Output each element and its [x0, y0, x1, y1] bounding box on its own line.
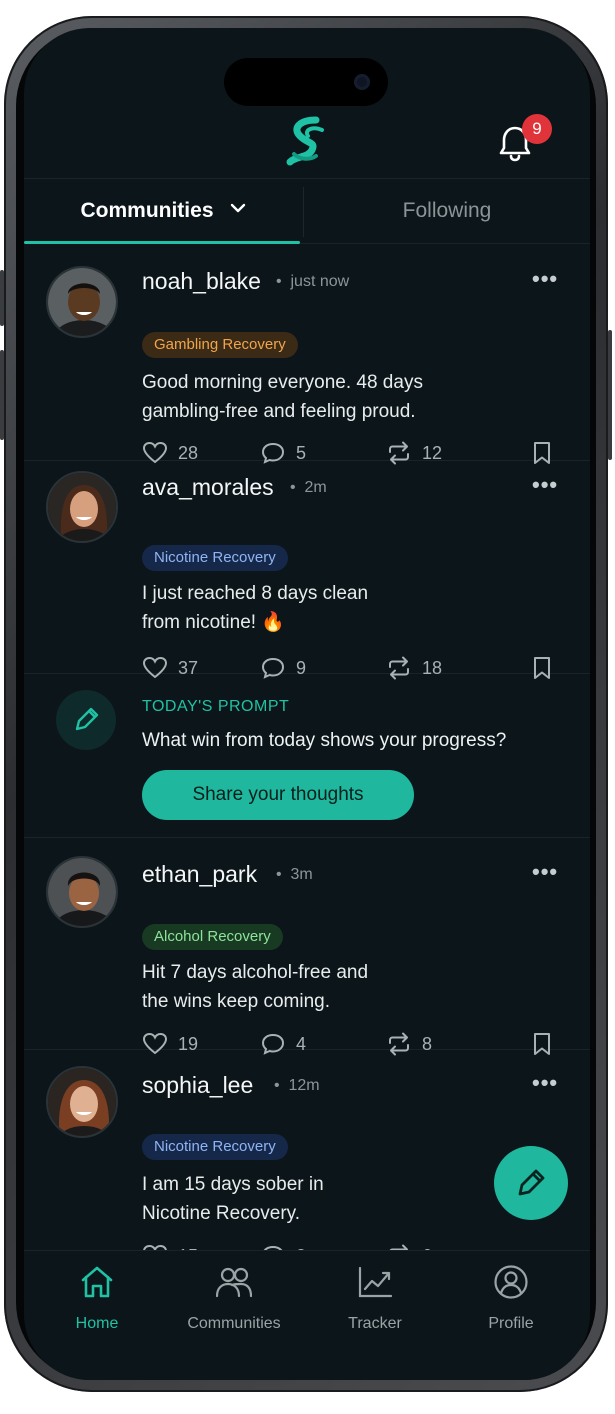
notification-badge: 9: [522, 114, 552, 144]
side-button: [0, 270, 4, 326]
more-icon[interactable]: •••: [532, 472, 558, 498]
post-card[interactable]: ethan_park • 3m ••• Alcohol Recovery Hit…: [24, 838, 590, 1056]
community-tag[interactable]: Nicotine Recovery: [142, 545, 288, 571]
post-time-value: 2m: [304, 479, 327, 496]
bottom-nav: Home Communities Tracker Profile: [24, 1250, 590, 1380]
post-time: • 2m: [290, 479, 327, 496]
avatar[interactable]: [46, 1066, 118, 1138]
post-time-value: 12m: [288, 1077, 320, 1094]
pencil-icon: [518, 1169, 545, 1196]
prompt-question: What win from today shows your progress?: [142, 730, 507, 751]
post-text-line: the wins keep coming.: [142, 991, 330, 1012]
post-card[interactable]: ava_morales • 2m ••• Nicotine Recovery I…: [24, 461, 590, 680]
post-time-value: 3m: [290, 866, 313, 883]
post-time: • just now: [276, 273, 350, 290]
post-username[interactable]: sophia_lee: [142, 1072, 253, 1099]
feed-tabs: Communities Following: [24, 178, 590, 244]
nav-home[interactable]: Home: [32, 1265, 162, 1335]
share-thoughts-button[interactable]: Share your thoughts: [142, 770, 414, 820]
prompt-label: TODAY'S PROMPT: [142, 698, 290, 715]
community-tag[interactable]: Alcohol Recovery: [142, 924, 283, 950]
people-icon: [216, 1267, 252, 1298]
avatar[interactable]: [46, 471, 118, 543]
more-icon[interactable]: •••: [532, 266, 558, 292]
power-button: [608, 330, 612, 460]
app-screen: 9 Communities Following noah_blake • jus…: [24, 28, 590, 1380]
tab-communities[interactable]: Communities: [24, 179, 302, 243]
nav-communities-label: Communities: [187, 1315, 281, 1332]
post-text-line: Good morning everyone. 48 days: [142, 372, 423, 393]
tab-communities-label: Communities: [80, 199, 214, 222]
post-text: Hit 7 days alcohol-free and the wins kee…: [142, 958, 502, 1016]
nav-tracker[interactable]: Tracker: [310, 1265, 440, 1335]
post-text-line: I just reached 8 days clean: [142, 583, 369, 604]
nav-tracker-label: Tracker: [348, 1315, 402, 1332]
post-text-line: Hit 7 days alcohol-free and: [142, 962, 369, 983]
post-text: I am 15 days sober in Nicotine Recovery.: [142, 1170, 502, 1228]
post-text-line: gambling-free and feeling proud.: [142, 401, 416, 422]
app-header: 9: [24, 114, 590, 178]
post-username[interactable]: ethan_park: [142, 861, 257, 888]
chart-icon: [358, 1266, 393, 1298]
community-tag[interactable]: Gambling Recovery: [142, 332, 298, 358]
post-text: Good morning everyone. 48 days gambling-…: [142, 368, 502, 426]
nav-profile-label: Profile: [488, 1315, 534, 1332]
home-icon: [81, 1266, 113, 1298]
side-button: [0, 350, 4, 440]
post-text-line: Nicotine Recovery.: [142, 1203, 301, 1224]
compose-button[interactable]: [494, 1146, 568, 1220]
post-time: • 12m: [274, 1077, 320, 1094]
logo-icon[interactable]: [286, 116, 326, 168]
daily-prompt-card: TODAY'S PROMPT What win from today shows…: [24, 674, 590, 838]
dynamic-island: [224, 58, 388, 106]
post-text: I just reached 8 days clean from nicotin…: [142, 579, 502, 637]
nav-profile[interactable]: Profile: [446, 1265, 576, 1335]
post-time-value: just now: [290, 273, 350, 290]
post-username[interactable]: ava_morales: [142, 474, 274, 501]
avatar[interactable]: [46, 856, 118, 928]
community-tag[interactable]: Nicotine Recovery: [142, 1134, 288, 1160]
post-time: • 3m: [276, 866, 313, 883]
post-card[interactable]: noah_blake • just now ••• Gambling Recov…: [24, 244, 590, 465]
nav-home-label: Home: [75, 1315, 119, 1332]
post-username[interactable]: noah_blake: [142, 268, 261, 295]
post-text-line: I am 15 days sober in: [142, 1174, 324, 1195]
more-icon[interactable]: •••: [532, 859, 558, 885]
nav-communities[interactable]: Communities: [169, 1265, 299, 1335]
chevron-down-icon: [230, 204, 245, 213]
pencil-icon: [56, 690, 116, 750]
tab-following[interactable]: Following: [304, 179, 590, 243]
more-icon[interactable]: •••: [532, 1070, 558, 1096]
avatar[interactable]: [46, 266, 118, 338]
profile-icon: [494, 1265, 528, 1299]
post-text-line: from nicotine! 🔥: [142, 612, 285, 633]
